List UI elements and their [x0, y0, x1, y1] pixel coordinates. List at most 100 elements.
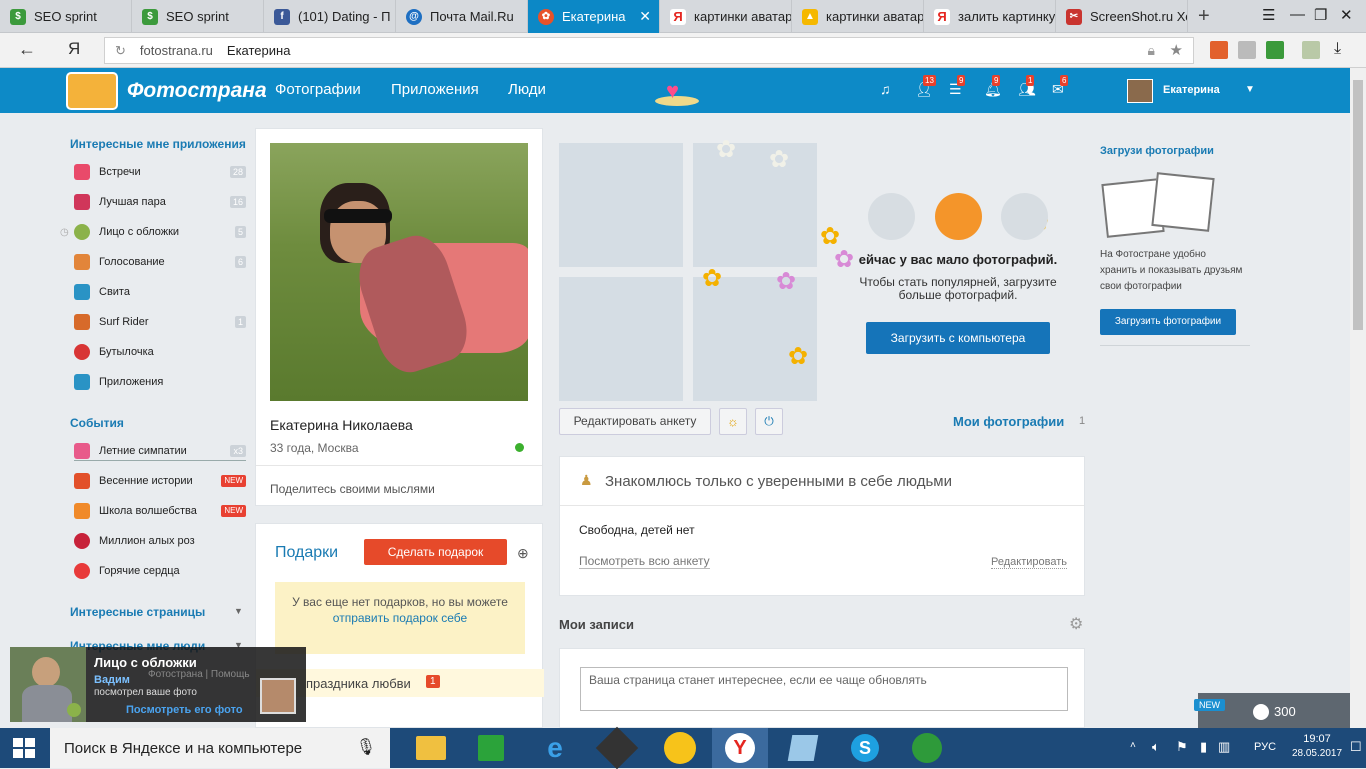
sidebar-item-summer-likes[interactable]: Летние симпатии x3	[74, 441, 246, 461]
stats-app-icon[interactable]	[902, 728, 952, 768]
sidebar-item-spring-stories[interactable]: Весенние истории NEW	[74, 471, 246, 491]
mail-icon[interactable]: ✉ 6	[1052, 75, 1069, 97]
volume-icon[interactable]: 🔈︎	[1152, 739, 1160, 755]
language-indicator[interactable]: РУС	[1254, 741, 1276, 753]
sidebar-item-best-pair[interactable]: Лучшая пара 16	[74, 192, 246, 212]
close-window-icon[interactable]: ✕	[1340, 6, 1353, 24]
url-field[interactable]: ↻ fotostrana.ru Екатерина 🔒︎ ★	[104, 37, 1194, 64]
status-prompt[interactable]: Поделитесь своими мыслями	[270, 482, 435, 496]
sidebar-item-svita[interactable]: Свита	[74, 282, 246, 302]
notifications-icon[interactable]: ☐	[1350, 739, 1362, 755]
skype-icon[interactable]: S	[840, 728, 890, 768]
lock-icon[interactable]: 🔒︎	[1148, 42, 1155, 59]
browser-tab[interactable]: @ Почта Mail.Ru	[396, 0, 528, 33]
view-his-photo-link[interactable]: Посмотреть его фото	[126, 704, 243, 716]
sidebar-item-hot-hearts[interactable]: Горячие сердца	[74, 561, 246, 581]
new-post-input[interactable]: Ваша страница станет интереснее, если ее…	[580, 667, 1068, 711]
browser-tab[interactable]: f (101) Dating - П	[264, 0, 396, 33]
download-icon[interactable]: ⤓	[1334, 40, 1341, 58]
seo-sprint-extension-icon[interactable]	[1266, 41, 1284, 59]
sidebar-events-title[interactable]: События	[70, 416, 124, 430]
browser-tab[interactable]: ▲ картинки аватар	[792, 0, 924, 33]
close-tab-icon[interactable]: ✕	[639, 8, 651, 25]
sidebar-item-million-roses[interactable]: Миллион алых роз	[74, 531, 246, 551]
reload-icon[interactable]: ↻	[115, 43, 126, 59]
browser-tab[interactable]: $ SEO sprint	[132, 0, 264, 33]
browser-tab[interactable]: ✂ ScreenShot.ru Хо	[1056, 0, 1188, 33]
browser-tab[interactable]: Якартинки аватар	[660, 0, 792, 33]
microphone-icon[interactable]: 🎙︎	[356, 737, 376, 757]
sidebar-item-bottle[interactable]: Бутылочка	[74, 342, 246, 362]
notepad-icon[interactable]	[778, 728, 828, 768]
nox-icon[interactable]	[592, 726, 642, 769]
make-gift-button[interactable]: Сделать подарок	[364, 539, 507, 565]
edit-profile-button[interactable]: Редактировать анкету	[559, 408, 711, 435]
my-photos-link[interactable]: Мои фотографии	[953, 414, 1064, 429]
scrollbar[interactable]	[1350, 68, 1366, 728]
sidebar-item-magic-school[interactable]: Школа волшебства NEW	[74, 501, 246, 521]
friends-icon[interactable]: 👤︎ 13	[915, 75, 936, 97]
power-icon[interactable]: ⏻	[755, 408, 783, 435]
nav-apps[interactable]: Приложения	[391, 81, 479, 98]
store-icon[interactable]	[466, 728, 516, 768]
browser-tab-active[interactable]: ✿ Екатерина ✕	[528, 0, 660, 33]
chevron-down-icon[interactable]: ▼	[234, 606, 243, 616]
gear-icon[interactable]: ⚙	[1069, 614, 1083, 634]
clock-time[interactable]: 19:07	[1292, 733, 1342, 745]
file-explorer-icon[interactable]	[406, 728, 456, 768]
send-gift-self-link[interactable]: отправить подарок себе	[275, 610, 525, 626]
new-tab-button[interactable]: +	[1188, 0, 1228, 33]
browser-tab[interactable]: $ SEO sprint	[0, 0, 132, 33]
edit-about-link[interactable]: Редактировать	[991, 556, 1067, 569]
sidebar-item-surf-rider[interactable]: Surf Rider 1	[74, 312, 246, 332]
list-icon[interactable]: ☰ 9	[949, 75, 966, 97]
gifts-title[interactable]: Подарки	[275, 544, 338, 562]
scrollbar-thumb[interactable]	[1353, 80, 1363, 330]
sidebar-item-vstrechi[interactable]: Встречи 28	[74, 162, 246, 182]
site-logo[interactable]: Фотострана	[127, 79, 267, 103]
heart-island-icon[interactable]: ♥	[652, 74, 702, 110]
about-headline[interactable]: Знакомлюсь только с уверенными в себе лю…	[605, 473, 952, 490]
menu-icon[interactable]: ☰	[1262, 6, 1275, 24]
yandex-logo-icon[interactable]: Я	[68, 39, 80, 59]
bell-icon[interactable]: 🔔︎ 9	[984, 75, 1002, 97]
chevron-down-icon[interactable]: ▼	[1245, 84, 1255, 95]
internet-explorer-icon[interactable]: e	[530, 728, 580, 768]
user-name[interactable]: Екатерина	[1163, 84, 1220, 96]
notification-user[interactable]: Вадим	[94, 674, 130, 686]
view-full-profile-link[interactable]: Посмотреть всю анкету	[579, 554, 710, 569]
smiley-pro-icon[interactable]	[655, 728, 705, 768]
sun-icon[interactable]: ☼	[719, 408, 747, 435]
windows-start-icon[interactable]	[0, 728, 48, 768]
extension-icon[interactable]	[1238, 41, 1256, 59]
profile-photo[interactable]	[270, 143, 528, 401]
yandex-browser-icon[interactable]: Y	[712, 728, 768, 768]
chevron-up-icon[interactable]: ˄	[1130, 740, 1136, 751]
sidebar-apps-title[interactable]: Интересные мне приложения	[70, 137, 246, 151]
upload-from-computer-button[interactable]: Загрузить с компьютера	[866, 322, 1050, 354]
sidebar-item-voting[interactable]: Голосование 6	[74, 252, 246, 272]
restore-icon[interactable]: ❐	[1314, 6, 1327, 24]
profile-name[interactable]: Екатерина Николаева	[270, 417, 413, 433]
upload-photos-button[interactable]: Загрузить фотографии	[1100, 309, 1236, 335]
star-icon[interactable]: ★	[1170, 41, 1183, 59]
upload-photos-title[interactable]: Загрузи фотографии	[1100, 145, 1214, 157]
minimize-icon[interactable]: —	[1290, 6, 1305, 23]
extension-icon[interactable]	[1302, 41, 1320, 59]
nav-photos[interactable]: Фотографии	[275, 81, 361, 98]
coins-widget[interactable]: NEW 300	[1194, 693, 1350, 728]
notification-popup[interactable]: Лицо с обложки Фотострана | Помощь Вадим…	[10, 647, 306, 722]
photo-thumbnail[interactable]	[260, 678, 296, 714]
nav-people[interactable]: Люди	[508, 81, 546, 98]
taskbar-search[interactable]: Поиск в Яндексе и на компьютере 🎙︎	[50, 728, 390, 768]
network-icon[interactable]: ▥	[1218, 739, 1230, 755]
globe-icon[interactable]: ⊕	[517, 545, 529, 562]
logo-icon[interactable]	[66, 72, 118, 110]
music-icon[interactable]: ♫	[880, 81, 896, 97]
guests-icon[interactable]: 👥︎ 1	[1018, 75, 1036, 97]
sidebar-item-apps[interactable]: Приложения	[74, 372, 246, 392]
user-avatar[interactable]	[1127, 79, 1153, 103]
sidebar-item-cover-face[interactable]: Лицо с обложки 5	[74, 222, 246, 242]
browser-tab[interactable]: Язалить картинку	[924, 0, 1056, 33]
battery-icon[interactable]: ▮	[1200, 739, 1207, 755]
